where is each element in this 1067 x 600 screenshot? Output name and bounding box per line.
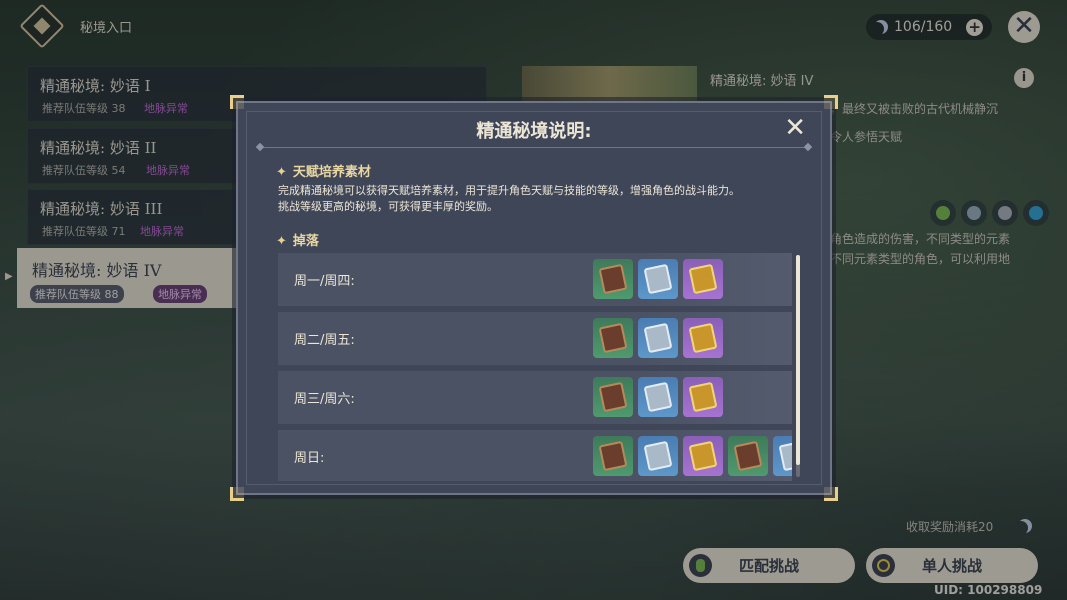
teachings-book-icon[interactable]: [593, 436, 633, 476]
drop-items: [593, 318, 723, 358]
talent-materials-heading: ✦ 天赋培养素材: [276, 161, 371, 180]
philosophies-book-icon[interactable]: [683, 436, 723, 476]
corner-ornament-icon: [230, 487, 244, 501]
drop-day-label: 周一/周四:: [294, 274, 355, 289]
domain-info-modal: 精通秘境说明: ✕ ✦ 天赋培养素材 完成精通秘境可以获得天赋培养素材，用于提升角…: [230, 95, 838, 501]
teachings-book-icon[interactable]: [593, 377, 633, 417]
guide-book-icon[interactable]: [773, 436, 792, 476]
philosophies-book-icon[interactable]: [683, 377, 723, 417]
drop-row-mon-thu: 周一/周四:: [278, 253, 792, 306]
drop-items: [593, 377, 723, 417]
body-line: 完成精通秘境可以获得天赋培养素材，用于提升角色天赋与技能的等级，增强角色的战斗能…: [278, 184, 740, 197]
talent-materials-text: 完成精通秘境可以获得天赋培养素材，用于提升角色天赋与技能的等级，增强角色的战斗能…: [278, 183, 798, 215]
sparkle-icon: ✦: [276, 165, 287, 180]
philosophies-book-icon[interactable]: [683, 259, 723, 299]
scrollbar-thumb[interactable]: [796, 255, 800, 465]
drop-row-wed-sat: 周三/周六:: [278, 371, 792, 424]
drop-items: [593, 259, 723, 299]
drop-row-sun: 周日:: [278, 430, 792, 481]
teachings-book-icon[interactable]: [728, 436, 768, 476]
section-title: 天赋培养素材: [292, 165, 371, 180]
section-title: 掉落: [292, 234, 319, 249]
guide-book-icon[interactable]: [638, 318, 678, 358]
drop-row-tue-fri: 周二/周五:: [278, 312, 792, 365]
drop-items: [593, 436, 792, 476]
guide-book-icon[interactable]: [638, 259, 678, 299]
drop-day-label: 周三/周六:: [294, 392, 355, 407]
teachings-book-icon[interactable]: [593, 259, 633, 299]
guide-book-icon[interactable]: [638, 436, 678, 476]
sparkle-icon: ✦: [276, 234, 287, 249]
modal-title: 精通秘境说明:: [476, 121, 592, 142]
drop-day-label: 周二/周五:: [294, 333, 355, 348]
corner-ornament-icon: [824, 487, 838, 501]
drop-list[interactable]: 周一/周四: 周二/周五: 周三/周六: 周日:: [278, 253, 792, 481]
teachings-book-icon[interactable]: [593, 318, 633, 358]
body-line: 挑战等级更高的秘境，可获得更丰厚的奖励。: [278, 200, 498, 213]
philosophies-book-icon[interactable]: [683, 318, 723, 358]
corner-ornament-icon: [230, 95, 244, 109]
drop-day-label: 周日:: [294, 451, 325, 466]
title-divider: [260, 147, 808, 148]
guide-book-icon[interactable]: [638, 377, 678, 417]
corner-ornament-icon: [824, 95, 838, 109]
drops-heading: ✦ 掉落: [276, 230, 319, 249]
drop-list-scrollbar[interactable]: [796, 255, 800, 477]
modal-close-icon[interactable]: ✕: [784, 113, 806, 143]
